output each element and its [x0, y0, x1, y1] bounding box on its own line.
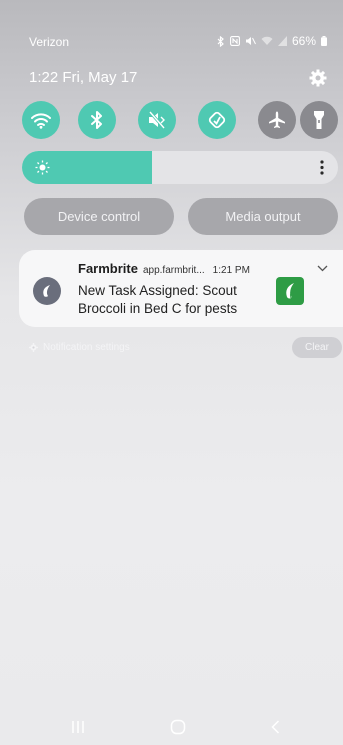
notification-thumbnail: [276, 277, 304, 305]
notification-source: app.farmbrit...: [142, 265, 205, 276]
rotate-icon: [208, 111, 226, 129]
sun-icon: [35, 160, 50, 175]
wifi-toggle[interactable]: [22, 101, 60, 139]
bluetooth-status-icon: [217, 35, 224, 47]
mute-status-icon: [245, 37, 256, 45]
navigation-bar: [0, 712, 343, 745]
flashlight-toggle[interactable]: [300, 101, 338, 139]
auto-rotate-toggle[interactable]: [198, 101, 236, 139]
status-bar: [0, 0, 343, 28]
time-date: 1:22 Fri, May 17: [29, 69, 138, 86]
home-icon[interactable]: [170, 719, 186, 735]
notification-app-name: Farmbrite: [78, 261, 138, 276]
clear-button[interactable]: Clear: [292, 337, 342, 358]
flashlight-icon: [314, 111, 324, 129]
bluetooth-toggle[interactable]: [78, 101, 116, 139]
airplane-mode-toggle[interactable]: [258, 101, 296, 139]
airplane-icon: [269, 111, 285, 128]
carrier-label: Verizon: [29, 35, 70, 49]
more-options-icon[interactable]: [320, 160, 324, 175]
device-control-button[interactable]: Device control: [24, 198, 174, 235]
brightness-slider[interactable]: [22, 151, 338, 184]
wifi-status-icon: [261, 36, 273, 45]
mute-icon: [148, 111, 166, 129]
gear-icon: [309, 69, 327, 87]
battery-icon: [321, 36, 327, 46]
status-icons: 66%: [217, 34, 327, 48]
bluetooth-icon: [91, 111, 102, 129]
recent-apps-icon[interactable]: [70, 719, 86, 735]
quick-settings-row: [22, 101, 340, 141]
sound-mode-toggle[interactable]: [138, 101, 176, 139]
farmbrite-logo-icon: [286, 283, 295, 299]
notification-message: New Task Assigned: Scout Broccoli in Bed…: [78, 283, 238, 316]
notification-time: 1:21 PM: [212, 265, 250, 276]
app-icon: [33, 277, 61, 305]
media-output-button[interactable]: Media output: [188, 198, 338, 235]
notification-header: Farmbrite app.farmbrit... 1:21 PM: [78, 261, 250, 276]
notification-settings-label: Notification settings: [43, 342, 130, 353]
notification-card[interactable]: Farmbrite app.farmbrit... 1:21 PM New Ta…: [19, 250, 343, 327]
settings-button[interactable]: [308, 68, 328, 88]
leaf-icon: [43, 285, 50, 297]
battery-percentage: 66%: [291, 34, 316, 48]
chevron-down-icon[interactable]: [317, 265, 328, 272]
gear-small-icon: [29, 343, 38, 352]
nfc-icon: [230, 36, 240, 46]
notification-settings-link[interactable]: Notification settings: [29, 342, 130, 353]
back-icon[interactable]: [268, 719, 284, 735]
signal-icon: [277, 36, 287, 46]
wifi-icon: [31, 113, 51, 129]
